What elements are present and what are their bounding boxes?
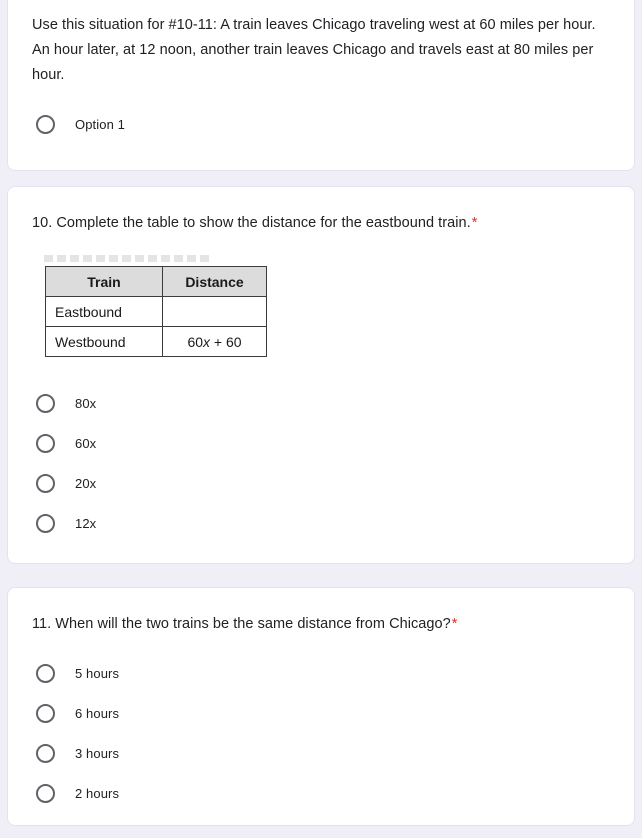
intro-prompt-text: Use this situation for #10-11: A train l… (32, 17, 596, 83)
option-label: 5 hours (75, 665, 120, 681)
option-row-q10-4[interactable]: 12x (32, 503, 610, 543)
radio-button-icon[interactable] (36, 393, 55, 413)
table-body: Eastbound Westbound 60x + 60 (45, 296, 267, 357)
option-label: 80x (75, 395, 97, 411)
option-row-q11-3[interactable]: 3 hours (32, 733, 610, 773)
radio-button-icon[interactable] (36, 114, 55, 134)
table-header-distance: Distance (162, 266, 267, 297)
cell-train-eastbound: Eastbound (45, 296, 163, 327)
cell-distance-westbound: 60x + 60 (162, 326, 267, 357)
option-row-q10-3[interactable]: 20x (32, 463, 610, 503)
question-10-options-group: 80x 60x 20x 12x (32, 383, 610, 543)
option-label: 60x (75, 435, 97, 451)
question-10-prompt-text: 10. Complete the table to show the dista… (32, 215, 471, 231)
train-distance-table: Train Distance Eastbound Westbound 60x +… (45, 266, 267, 357)
option-label: Option 1 (75, 116, 125, 132)
expression-coefficient: 60 (187, 333, 204, 350)
option-row-q11-1[interactable]: 5 hours (32, 653, 610, 693)
intro-options-group: Option 1 (32, 104, 610, 144)
option-label: 20x (75, 475, 97, 491)
option-label: 2 hours (75, 785, 120, 801)
expression-suffix: + 60 (210, 333, 242, 350)
option-row-q10-2[interactable]: 60x (32, 423, 610, 463)
table-row: Eastbound (45, 296, 267, 327)
card-inner: 10. Complete the table to show the dista… (8, 187, 634, 543)
radio-button-icon[interactable] (36, 473, 55, 493)
table-row: Westbound 60x + 60 (45, 326, 267, 357)
option-row-q11-2[interactable]: 6 hours (32, 693, 610, 733)
question-card-10: 10. Complete the table to show the dista… (7, 186, 635, 564)
option-row-q10-1[interactable]: 80x (32, 383, 610, 423)
form-page: Use this situation for #10-11: A train l… (0, 0, 642, 838)
required-asterisk: * (451, 616, 458, 632)
card-inner: Use this situation for #10-11: A train l… (8, 0, 634, 144)
table-header-row: Train Distance (45, 266, 267, 297)
embedded-table-image: Train Distance Eastbound Westbound 60x +… (32, 255, 312, 367)
option-row-q11-4[interactable]: 2 hours (32, 773, 610, 813)
radio-button-icon[interactable] (36, 743, 55, 763)
option-row-intro-1[interactable]: Option 1 (32, 104, 610, 144)
table-header-train: Train (45, 266, 163, 297)
option-label: 3 hours (75, 745, 120, 761)
question-11-prompt-text: 11. When will the two trains be the same… (32, 616, 451, 632)
option-label: 12x (75, 515, 97, 531)
option-label: 6 hours (75, 705, 120, 721)
expression-variable: x (203, 333, 211, 350)
cell-distance-eastbound-blank (162, 296, 267, 327)
required-asterisk: * (471, 215, 478, 231)
question-card-11: 11. When will the two trains be the same… (7, 587, 635, 826)
radio-button-icon[interactable] (36, 703, 55, 723)
radio-button-icon[interactable] (36, 513, 55, 533)
question-card-intro: Use this situation for #10-11: A train l… (7, 0, 635, 171)
radio-button-icon[interactable] (36, 783, 55, 803)
image-artifact-strip (44, 255, 209, 262)
question-10-title: 10. Complete the table to show the dista… (32, 211, 610, 236)
question-11-title: 11. When will the two trains be the same… (32, 612, 610, 637)
card-inner: 11. When will the two trains be the same… (8, 588, 634, 813)
question-11-options-group: 5 hours 6 hours 3 hours 2 hours (32, 653, 610, 813)
radio-button-icon[interactable] (36, 663, 55, 683)
table-head: Train Distance (45, 266, 267, 297)
cell-train-westbound: Westbound (45, 326, 163, 357)
radio-button-icon[interactable] (36, 433, 55, 453)
